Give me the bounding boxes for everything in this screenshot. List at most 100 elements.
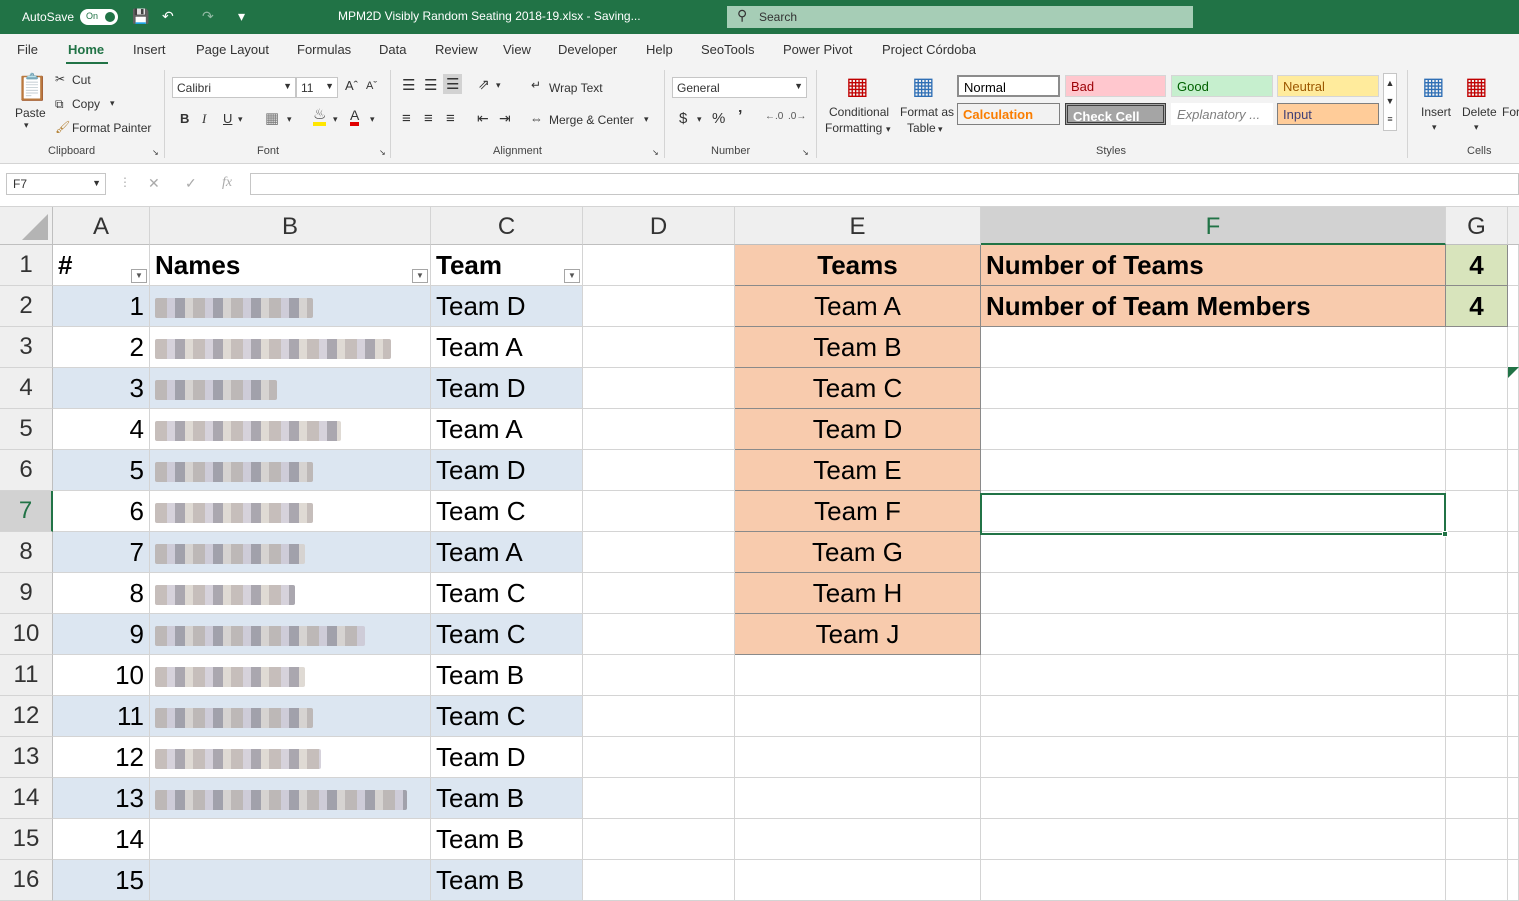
cell-c16[interactable]: Team B bbox=[431, 860, 583, 901]
format-table-dropdown-icon[interactable]: ▾ bbox=[938, 124, 943, 135]
cell-g15[interactable] bbox=[1446, 819, 1508, 860]
column-header-h[interactable] bbox=[1508, 207, 1519, 245]
format-as-table-icon[interactable]: ▦ bbox=[912, 72, 935, 101]
row-header-10[interactable]: 10 bbox=[0, 614, 53, 655]
cell-c11[interactable]: Team B bbox=[431, 655, 583, 696]
comma-style-icon[interactable]: ’ bbox=[738, 108, 742, 126]
cell-c1[interactable]: Team ▼ bbox=[431, 245, 583, 286]
cell-d3[interactable] bbox=[583, 327, 735, 368]
increase-font-icon[interactable]: Aˆ bbox=[345, 78, 358, 93]
name-box[interactable]: F7 ▼ bbox=[6, 173, 106, 195]
cell-h7[interactable] bbox=[1508, 491, 1519, 532]
cell-c6[interactable]: Team D bbox=[431, 450, 583, 491]
fill-color-dropdown-icon[interactable]: ▾ bbox=[333, 114, 338, 125]
row-header-15[interactable]: 15 bbox=[0, 819, 53, 860]
align-center-icon[interactable]: ≡ bbox=[424, 110, 433, 127]
row-header-11[interactable]: 11 bbox=[0, 655, 53, 696]
error-indicator-icon[interactable] bbox=[1508, 367, 1519, 378]
cell-c12[interactable]: Team C bbox=[431, 696, 583, 737]
clipboard-launcher-icon[interactable]: ↘ bbox=[152, 148, 159, 157]
cell-b5[interactable] bbox=[150, 409, 431, 450]
cell-g2[interactable]: 4 bbox=[1446, 286, 1508, 327]
cell-f8[interactable] bbox=[981, 532, 1446, 573]
italic-button[interactable]: I bbox=[202, 111, 206, 127]
alignment-launcher-icon[interactable]: ↘ bbox=[652, 148, 659, 157]
format-painter-button[interactable]: Format Painter bbox=[72, 121, 151, 135]
cell-e9[interactable]: Team H bbox=[735, 573, 981, 614]
conditional-formatting-label-1[interactable]: Conditional bbox=[829, 105, 889, 119]
cell-g1[interactable]: 4 bbox=[1446, 245, 1508, 286]
cell-a6[interactable]: 5 bbox=[53, 450, 150, 491]
cell-b1[interactable]: Names ▼ bbox=[150, 245, 431, 286]
tab-home[interactable]: Home bbox=[68, 42, 104, 57]
cell-d9[interactable] bbox=[583, 573, 735, 614]
cell-f1[interactable]: Number of Teams bbox=[981, 245, 1446, 286]
cell-g11[interactable] bbox=[1446, 655, 1508, 696]
tab-power-pivot[interactable]: Power Pivot bbox=[783, 42, 852, 57]
cell-f12[interactable] bbox=[981, 696, 1446, 737]
insert-dropdown-icon[interactable]: ▾ bbox=[1432, 122, 1437, 133]
cell-h15[interactable] bbox=[1508, 819, 1519, 860]
cell-h12[interactable] bbox=[1508, 696, 1519, 737]
cell-e15[interactable] bbox=[735, 819, 981, 860]
cell-e13[interactable] bbox=[735, 737, 981, 778]
style-normal[interactable]: Normal bbox=[957, 75, 1060, 97]
cell-f5[interactable] bbox=[981, 409, 1446, 450]
cell-d16[interactable] bbox=[583, 860, 735, 901]
cell-b9[interactable] bbox=[150, 573, 431, 614]
cell-b13[interactable] bbox=[150, 737, 431, 778]
filter-dropdown-icon[interactable]: ▼ bbox=[131, 269, 147, 283]
cell-g3[interactable] bbox=[1446, 327, 1508, 368]
cell-e8[interactable]: Team G bbox=[735, 532, 981, 573]
cell-b3[interactable] bbox=[150, 327, 431, 368]
cell-h10[interactable] bbox=[1508, 614, 1519, 655]
row-header-1[interactable]: 1 bbox=[0, 245, 53, 286]
tab-developer[interactable]: Developer bbox=[558, 42, 617, 57]
cell-e16[interactable] bbox=[735, 860, 981, 901]
delete-cells-button[interactable]: Delete bbox=[1462, 105, 1497, 119]
cell-c13[interactable]: Team D bbox=[431, 737, 583, 778]
cell-a3[interactable]: 2 bbox=[53, 327, 150, 368]
row-header-16[interactable]: 16 bbox=[0, 860, 53, 901]
tab-review[interactable]: Review bbox=[435, 42, 478, 57]
tab-page-layout[interactable]: Page Layout bbox=[196, 42, 269, 57]
row-header-14[interactable]: 14 bbox=[0, 778, 53, 819]
cell-d1[interactable] bbox=[583, 245, 735, 286]
orientation-dropdown-icon[interactable]: ▾ bbox=[496, 80, 501, 91]
row-header-9[interactable]: 9 bbox=[0, 573, 53, 614]
cell-e1[interactable]: Teams bbox=[735, 245, 981, 286]
save-icon[interactable]: 💾 bbox=[132, 8, 149, 25]
cell-h14[interactable] bbox=[1508, 778, 1519, 819]
wrap-text-icon[interactable]: ↵ bbox=[531, 78, 541, 92]
row-header-8[interactable]: 8 bbox=[0, 532, 53, 573]
cell-f4[interactable] bbox=[981, 368, 1446, 409]
cell-h13[interactable] bbox=[1508, 737, 1519, 778]
cell-a11[interactable]: 10 bbox=[53, 655, 150, 696]
cell-e6[interactable]: Team E bbox=[735, 450, 981, 491]
delete-dropdown-icon[interactable]: ▾ bbox=[1474, 122, 1479, 133]
customize-quick-access-icon[interactable]: ▾ bbox=[238, 8, 245, 25]
font-launcher-icon[interactable]: ↘ bbox=[379, 148, 386, 157]
cell-c8[interactable]: Team A bbox=[431, 532, 583, 573]
cell-b2[interactable] bbox=[150, 286, 431, 327]
cell-h8[interactable] bbox=[1508, 532, 1519, 573]
font-size-dropdown[interactable]: 11 ▼ bbox=[296, 77, 338, 98]
format-as-table-label-1[interactable]: Format as bbox=[900, 105, 954, 119]
row-header-7[interactable]: 7 bbox=[0, 491, 53, 532]
percent-button[interactable]: % bbox=[712, 110, 725, 127]
cell-d5[interactable] bbox=[583, 409, 735, 450]
cell-d8[interactable] bbox=[583, 532, 735, 573]
cell-g10[interactable] bbox=[1446, 614, 1508, 655]
cell-b10[interactable] bbox=[150, 614, 431, 655]
style-check-cell[interactable]: Check Cell bbox=[1065, 103, 1166, 125]
cell-d6[interactable] bbox=[583, 450, 735, 491]
column-header-c[interactable]: C bbox=[431, 207, 583, 245]
cell-a15[interactable]: 14 bbox=[53, 819, 150, 860]
cell-c5[interactable]: Team A bbox=[431, 409, 583, 450]
enter-icon[interactable]: ✓ bbox=[185, 175, 197, 192]
cell-h1[interactable] bbox=[1508, 245, 1519, 286]
cell-g16[interactable] bbox=[1446, 860, 1508, 901]
cell-d14[interactable] bbox=[583, 778, 735, 819]
style-good[interactable]: Good bbox=[1171, 75, 1273, 97]
cell-b4[interactable] bbox=[150, 368, 431, 409]
